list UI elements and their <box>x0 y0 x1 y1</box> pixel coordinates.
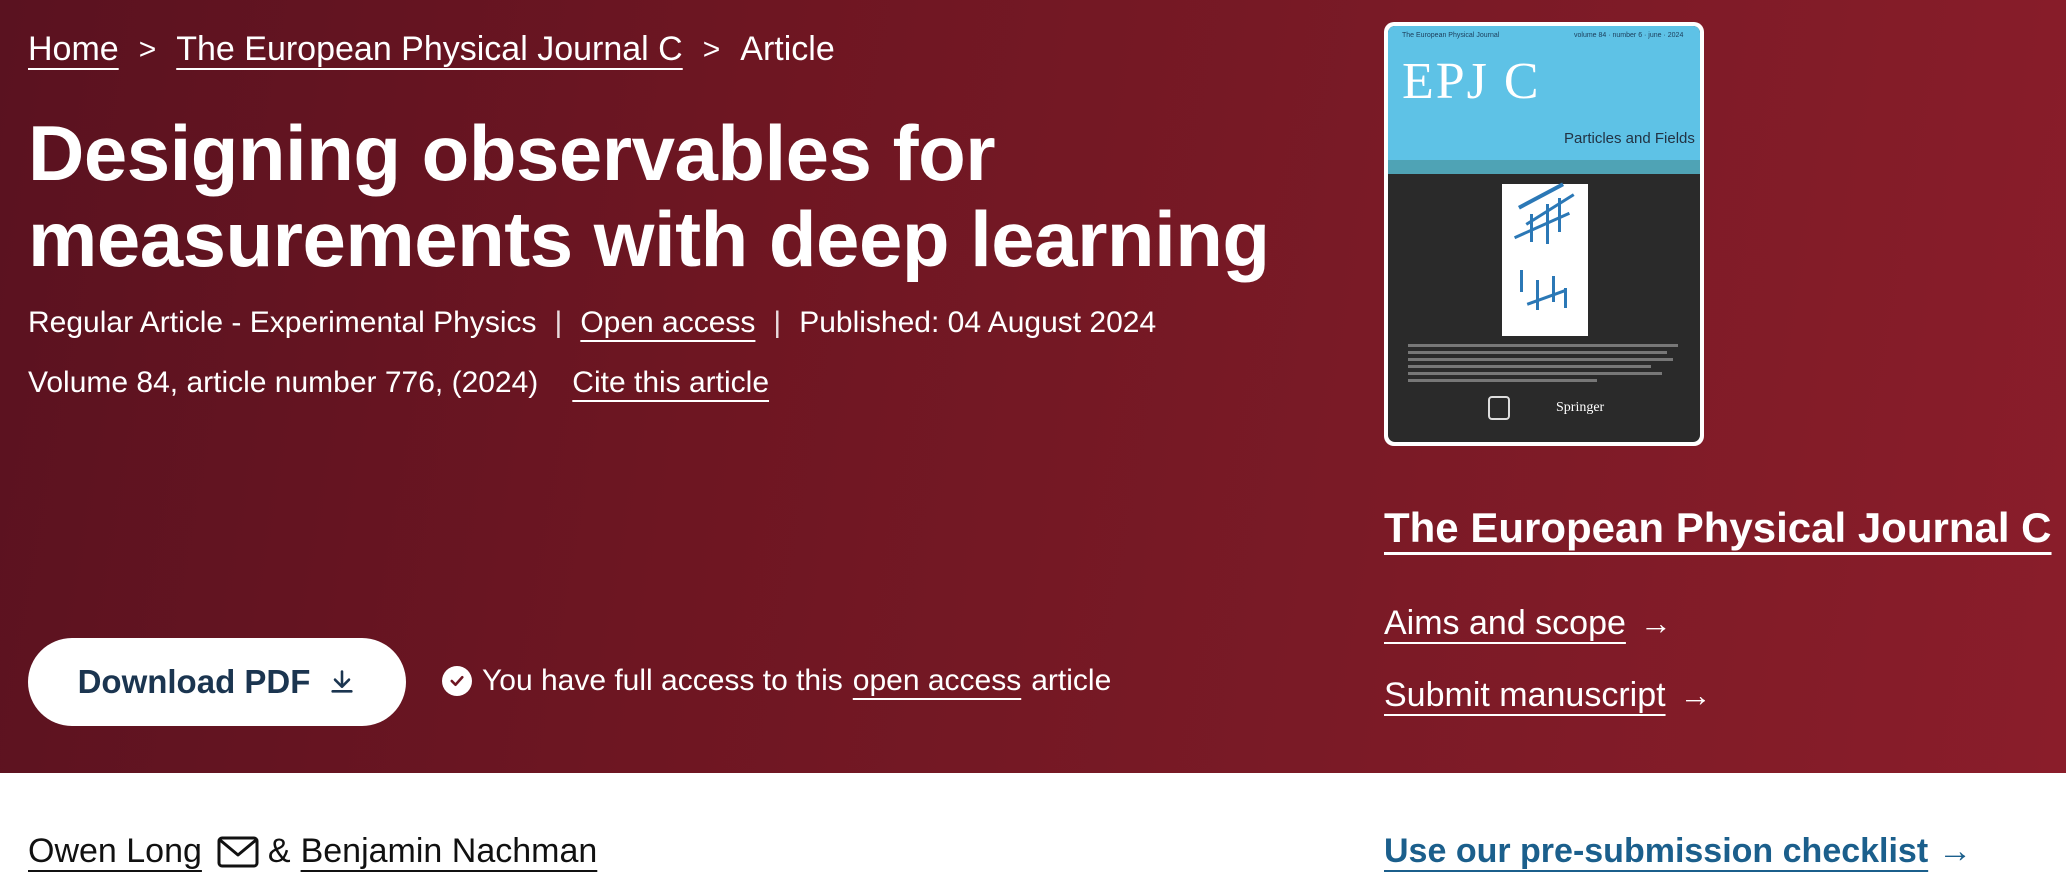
author-list: Owen Long & Benjamin Nachman <box>28 832 597 871</box>
aims-scope-link[interactable]: Aims and scope → <box>1384 604 1672 643</box>
submit-manuscript-label: Submit manuscript <box>1384 676 1666 714</box>
author-benjamin-nachman[interactable]: Benjamin Nachman <box>301 832 598 871</box>
hero-banner: Home > The European Physical Journal C >… <box>0 0 2066 773</box>
cover-small-right: volume 84 · number 6 · june · 2024 <box>1574 32 1684 39</box>
article-title: Designing observables for measurements w… <box>28 109 1270 283</box>
checklist-label: Use our pre-submission checklist <box>1384 832 1929 870</box>
citation-text: Volume 84, article number 776, (2024) <box>28 366 539 399</box>
access-prefix: You have full access to this <box>482 664 843 697</box>
open-access-inline-link[interactable]: open access <box>853 664 1021 698</box>
breadcrumb: Home > The European Physical Journal C >… <box>28 30 835 69</box>
article-meta: Regular Article - Experimental Physics |… <box>28 306 1157 340</box>
download-icon <box>331 670 354 693</box>
check-circle-icon <box>442 666 472 696</box>
arrow-right-icon: → <box>1938 832 1973 870</box>
chevron-right-icon: > <box>702 32 721 66</box>
cover-publisher: Springer <box>1556 400 1605 415</box>
aims-scope-label: Aims and scope <box>1384 604 1626 642</box>
author-owen-long[interactable]: Owen Long <box>28 832 202 871</box>
access-suffix: article <box>1031 664 1112 697</box>
published-date: Published: 04 August 2024 <box>799 306 1157 339</box>
download-pdf-button[interactable]: Download PDF <box>28 638 406 726</box>
chevron-right-icon: > <box>138 32 157 66</box>
arrow-right-icon: → <box>1679 677 1712 713</box>
journal-cover-image[interactable]: The European Physical Journal volume 84 … <box>1384 22 1704 446</box>
article-type: Regular Article - Experimental Physics <box>28 306 537 339</box>
journal-name-link[interactable]: The European Physical Journal C <box>1384 504 2052 552</box>
pre-submission-checklist-link[interactable]: Use our pre-submission checklist → <box>1384 832 1972 871</box>
article-citation: Volume 84, article number 776, (2024) Ci… <box>28 366 769 400</box>
society-seal-icon <box>1488 396 1510 420</box>
breadcrumb-current: Article <box>740 30 835 68</box>
cite-article-link[interactable]: Cite this article <box>572 366 769 400</box>
submit-manuscript-link[interactable]: Submit manuscript → <box>1384 676 1712 715</box>
access-notice: You have full access to this open access… <box>442 664 1111 698</box>
breadcrumb-journal[interactable]: The European Physical Journal C <box>176 30 683 69</box>
author-separator: & <box>267 832 291 870</box>
download-pdf-label: Download PDF <box>77 663 311 700</box>
cover-subtitle: Particles and Fields <box>1564 130 1695 147</box>
breadcrumb-home[interactable]: Home <box>28 30 119 69</box>
arrow-right-icon: → <box>1639 605 1672 641</box>
open-access-link[interactable]: Open access <box>580 306 755 340</box>
cover-small-left: The European Physical Journal <box>1402 32 1500 39</box>
mail-icon[interactable] <box>216 835 260 869</box>
cover-title: EPJ C <box>1402 53 1541 110</box>
cover-figure <box>1502 182 1588 336</box>
